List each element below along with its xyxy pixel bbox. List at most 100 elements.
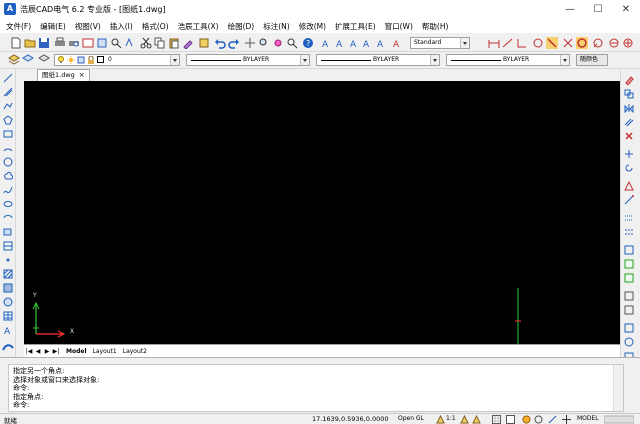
block-editor-icon[interactable] [198, 37, 210, 49]
print-icon[interactable] [54, 37, 66, 49]
command-prompt[interactable]: 命令: [13, 401, 619, 410]
extend-icon[interactable] [624, 227, 634, 237]
close-tab-icon[interactable]: × [79, 71, 85, 79]
edit-text-icon[interactable]: A [362, 37, 374, 49]
gradient-icon[interactable] [3, 283, 13, 293]
construction-line-icon[interactable] [3, 87, 13, 97]
menu-gstarch-tools[interactable]: 浩辰工具(X) [178, 21, 219, 32]
tab-model[interactable]: Model [66, 348, 87, 355]
print-preview-icon[interactable] [68, 37, 80, 49]
break-icon[interactable] [624, 245, 634, 255]
menu-modify[interactable]: 修改(M) [299, 21, 326, 32]
single-line-text-icon[interactable]: A [348, 37, 360, 49]
dim-aligned-icon[interactable] [502, 37, 514, 49]
dim-baseline-icon[interactable] [592, 37, 604, 49]
spline-icon[interactable] [3, 185, 13, 195]
dim-linear-icon[interactable] [488, 37, 500, 49]
minimize-button[interactable]: — [556, 0, 584, 19]
layer-dropdown[interactable]: 0 [54, 54, 180, 66]
find-text-icon[interactable]: A [376, 37, 388, 49]
menu-format[interactable]: 格式(O) [142, 21, 169, 32]
text-style-icon[interactable]: A [320, 37, 332, 49]
zoom-window-icon[interactable] [272, 37, 284, 49]
undo-icon[interactable] [214, 37, 226, 49]
text-style-dropdown[interactable]: Standard [410, 37, 470, 49]
tab-layout1[interactable]: Layout1 [93, 348, 117, 355]
pan-icon[interactable] [244, 37, 256, 49]
layer-states-icon[interactable] [22, 54, 34, 66]
region-icon[interactable] [3, 297, 13, 307]
copy-object-icon[interactable] [624, 89, 634, 99]
menu-help[interactable]: 帮助(H) [422, 21, 449, 32]
menu-edit[interactable]: 编辑(E) [40, 21, 66, 32]
command-scrollbar[interactable] [613, 365, 623, 411]
rotate-icon[interactable] [624, 163, 634, 173]
match-properties-icon[interactable] [182, 37, 194, 49]
dim-arc-icon[interactable] [576, 37, 588, 49]
menu-insert[interactable]: 插入(I) [110, 21, 133, 32]
dim-angular-icon[interactable] [562, 37, 574, 49]
fillet-icon[interactable] [624, 291, 634, 301]
command-history[interactable]: 指定另一个角点: 选择对象或窗口来选择对象: 命令: 指定角点: 命令: [8, 364, 624, 412]
join-icon[interactable] [624, 259, 634, 269]
ellipse-arc-icon[interactable] [3, 213, 13, 223]
dim-diameter-icon[interactable] [546, 37, 558, 49]
properties-icon[interactable] [624, 337, 634, 347]
zoom-previous-icon[interactable] [286, 37, 298, 49]
menu-file[interactable]: 文件(F) [6, 21, 31, 32]
plot-icon[interactable] [96, 37, 108, 49]
revision-cloud-icon[interactable] [3, 171, 13, 181]
mtext-icon[interactable]: A [3, 325, 13, 335]
close-button[interactable]: ✕ [612, 0, 640, 19]
multiline-text-icon[interactable]: A [334, 37, 346, 49]
mirror-icon[interactable] [624, 103, 634, 113]
first-layout-button[interactable]: |◀ [25, 347, 33, 356]
layer-manager-icon[interactable] [8, 54, 20, 66]
ellipse-icon[interactable] [3, 199, 13, 209]
dim-ordinate-icon[interactable] [516, 37, 528, 49]
save-icon[interactable] [38, 37, 50, 49]
hatch-icon[interactable] [3, 269, 13, 279]
polyline-icon[interactable] [3, 101, 13, 111]
line-icon[interactable] [3, 73, 13, 83]
menu-express-tools[interactable]: 扩展工具(E) [335, 21, 376, 32]
annotation-scale-value[interactable]: 1:1 [446, 415, 456, 422]
chamfer-icon[interactable] [624, 273, 634, 283]
move-icon[interactable] [624, 149, 634, 159]
snap-icon[interactable] [506, 415, 515, 424]
trim-icon[interactable] [624, 213, 634, 223]
dim-continue-icon[interactable] [608, 37, 620, 49]
auto-scale-icon[interactable] [472, 415, 481, 424]
menu-dimension[interactable]: 标注(N) [263, 21, 289, 32]
layer-previous-icon[interactable] [38, 54, 50, 66]
explode-icon[interactable] [624, 305, 634, 315]
zoom-realtime-icon[interactable] [258, 37, 270, 49]
polar-icon[interactable] [534, 415, 543, 424]
scale-icon[interactable] [624, 181, 634, 191]
menu-draw[interactable]: 绘图(D) [228, 21, 255, 32]
model-space-button[interactable]: MODEL [577, 415, 599, 422]
copy-icon[interactable] [154, 37, 166, 49]
new-file-icon[interactable] [10, 37, 22, 49]
arc-icon[interactable] [3, 143, 13, 153]
open-gl-label[interactable]: Open GL [398, 415, 424, 422]
array-icon[interactable] [624, 323, 634, 333]
plot-style-dropdown[interactable]: 随颜色 [576, 54, 608, 66]
ortho-icon[interactable] [522, 415, 531, 424]
spell-check-icon[interactable] [124, 37, 136, 49]
delete-icon[interactable] [624, 131, 634, 141]
help-icon[interactable]: ? [302, 37, 314, 49]
circle-icon[interactable] [3, 157, 13, 167]
dim-radius-icon[interactable] [532, 37, 544, 49]
color-dropdown[interactable]: BYLAYER [446, 54, 570, 66]
prev-layout-button[interactable]: ◀ [34, 347, 42, 356]
next-layout-button[interactable]: ▶ [43, 347, 51, 356]
insert-block-icon[interactable] [3, 227, 13, 237]
linetype-dropdown[interactable]: BYLAYER [186, 54, 310, 66]
cut-icon[interactable] [140, 37, 152, 49]
menu-view[interactable]: 视图(V) [75, 21, 101, 32]
last-layout-button[interactable]: ▶| [52, 347, 60, 356]
redo-icon[interactable] [228, 37, 240, 49]
dim-center-icon[interactable] [622, 37, 634, 49]
make-block-icon[interactable] [3, 241, 13, 251]
